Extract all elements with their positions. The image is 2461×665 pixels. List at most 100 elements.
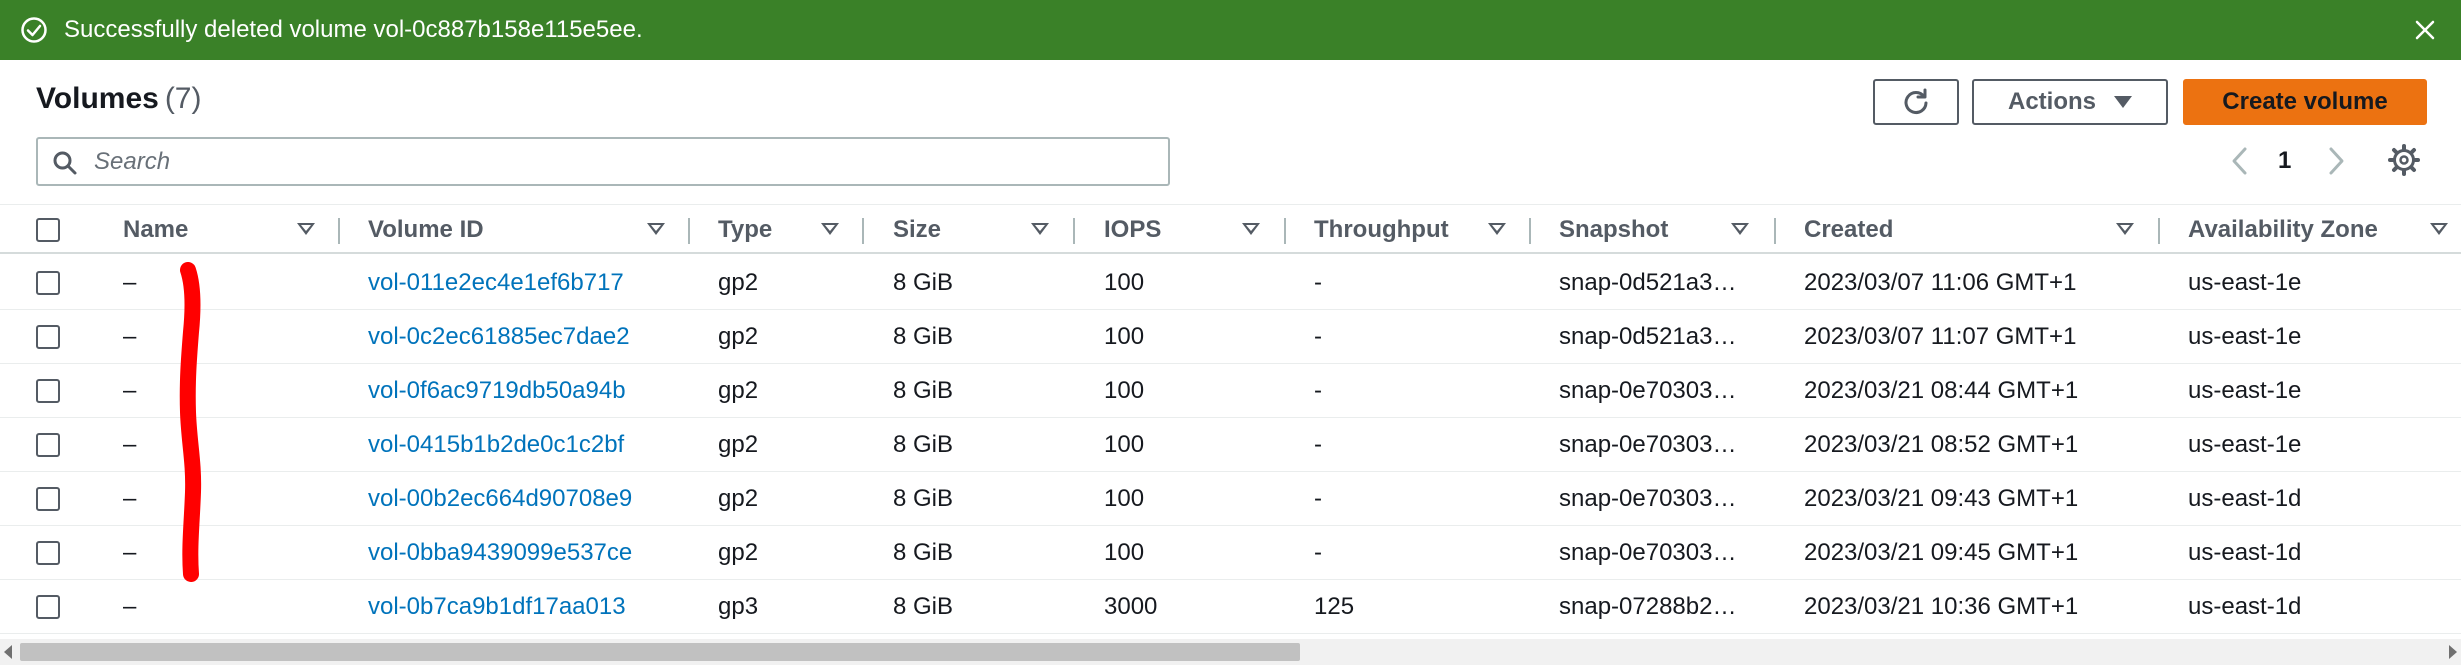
column-header-throughput[interactable]: Throughput xyxy=(1314,205,1449,255)
sort-icon[interactable] xyxy=(647,223,665,235)
row-checkbox[interactable] xyxy=(36,487,60,511)
cell-iops: 100 xyxy=(1104,323,1145,350)
scroll-left-arrow-icon[interactable] xyxy=(4,645,12,659)
sort-icon[interactable] xyxy=(1031,223,1049,235)
column-divider[interactable] xyxy=(1774,218,1776,244)
row-checkbox[interactable] xyxy=(36,271,60,295)
cell-throughput: - xyxy=(1314,323,1322,350)
column-header-snapshot[interactable]: Snapshot xyxy=(1559,205,1668,255)
volume-id-link[interactable]: vol-011e2ec4e1ef6b717 xyxy=(368,256,624,310)
cell-name: – xyxy=(123,593,137,620)
table-row[interactable]: – vol-0b7ca9b1df17aa013 gp3 8 GiB 3000 1… xyxy=(0,580,2461,634)
column-header-volume-id[interactable]: Volume ID xyxy=(368,205,484,255)
table-row[interactable]: – vol-0bba9439099e537ce gp2 8 GiB 100 - … xyxy=(0,526,2461,580)
column-divider[interactable] xyxy=(1284,218,1286,244)
row-checkbox[interactable] xyxy=(36,433,60,457)
column-divider[interactable] xyxy=(688,218,690,244)
refresh-button[interactable] xyxy=(1873,79,1959,125)
volume-id-link[interactable]: vol-0f6ac9719db50a94b xyxy=(368,364,626,418)
table-row[interactable]: – vol-011e2ec4e1ef6b717 gp2 8 GiB 100 - … xyxy=(0,256,2461,310)
column-header-name[interactable]: Name xyxy=(123,205,188,255)
sort-icon[interactable] xyxy=(1488,223,1506,235)
cell-throughput: - xyxy=(1314,485,1322,512)
cell-name: – xyxy=(123,431,137,458)
caret-down-icon xyxy=(2114,96,2132,108)
cell-throughput: 125 xyxy=(1314,593,1355,620)
cell-throughput: - xyxy=(1314,377,1322,404)
table-row[interactable]: – vol-0c2ec61885ec7dae2 gp2 8 GiB 100 - … xyxy=(0,310,2461,364)
search-input[interactable] xyxy=(94,143,1154,181)
success-flashbar: Successfully deleted volume vol-0c887b15… xyxy=(0,0,2461,60)
row-checkbox[interactable] xyxy=(36,379,60,403)
volume-id-link[interactable]: vol-0c2ec61885ec7dae2 xyxy=(368,310,630,364)
row-checkbox[interactable] xyxy=(36,595,60,619)
actions-button-label: Actions xyxy=(2007,88,2096,115)
table-row[interactable]: – vol-0415b1b2de0c1c2bf gp2 8 GiB 100 - … xyxy=(0,418,2461,472)
column-header-type[interactable]: Type xyxy=(718,205,772,255)
cell-created: 2023/03/21 09:45 GMT+1 xyxy=(1804,539,2079,566)
previous-page-icon[interactable] xyxy=(2226,144,2254,178)
current-page-number[interactable]: 1 xyxy=(2278,144,2291,178)
column-header-iops[interactable]: IOPS xyxy=(1104,205,1161,255)
column-header-size[interactable]: Size xyxy=(893,205,941,255)
scroll-right-arrow-icon[interactable] xyxy=(2449,645,2457,659)
cell-size: 8 GiB xyxy=(893,323,954,350)
select-all-checkbox[interactable] xyxy=(36,218,60,242)
cell-name: – xyxy=(123,539,137,566)
cell-created: 2023/03/07 11:07 GMT+1 xyxy=(1804,323,2077,350)
flash-message: Successfully deleted volume vol-0c887b15… xyxy=(64,16,643,43)
cell-snapshot: snap-0d521a3… xyxy=(1559,269,1737,296)
column-divider[interactable] xyxy=(2158,218,2160,244)
close-icon[interactable] xyxy=(2409,14,2441,46)
volume-count: (7) xyxy=(164,82,202,115)
volume-id-link[interactable]: vol-00b2ec664d90708e9 xyxy=(368,472,632,526)
cell-iops: 100 xyxy=(1104,539,1145,566)
cell-availability-zone: us-east-1e xyxy=(2188,269,2302,296)
cell-availability-zone: us-east-1d xyxy=(2188,485,2302,512)
cell-type: gp2 xyxy=(718,269,759,296)
cell-throughput: - xyxy=(1314,539,1322,566)
next-page-icon[interactable] xyxy=(2322,144,2350,178)
cell-iops: 100 xyxy=(1104,431,1145,458)
column-header-availability-zone[interactable]: Availability Zone xyxy=(2188,205,2378,255)
check-circle-icon xyxy=(21,17,47,43)
create-volume-button[interactable]: Create volume xyxy=(2183,79,2427,125)
sort-icon[interactable] xyxy=(821,223,839,235)
cell-size: 8 GiB xyxy=(893,593,954,620)
volume-id-link[interactable]: vol-0b7ca9b1df17aa013 xyxy=(368,580,626,634)
cell-availability-zone: us-east-1d xyxy=(2188,539,2302,566)
search-icon xyxy=(53,151,77,175)
table-row[interactable]: – vol-0f6ac9719db50a94b gp2 8 GiB 100 - … xyxy=(0,364,2461,418)
cell-name: – xyxy=(123,377,137,404)
cell-type: gp2 xyxy=(718,377,759,404)
sort-icon[interactable] xyxy=(1242,223,1260,235)
cell-availability-zone: us-east-1e xyxy=(2188,431,2302,458)
cell-snapshot: snap-0e70303… xyxy=(1559,431,1737,458)
row-checkbox[interactable] xyxy=(36,541,60,565)
cell-type: gp2 xyxy=(718,539,759,566)
sort-icon[interactable] xyxy=(297,223,315,235)
column-divider[interactable] xyxy=(338,218,340,244)
column-header-created[interactable]: Created xyxy=(1804,205,1893,255)
horizontal-scrollbar[interactable] xyxy=(0,639,2461,665)
search-box xyxy=(36,137,1170,186)
create-volume-label: Create volume xyxy=(2222,88,2388,115)
sort-icon[interactable] xyxy=(2430,223,2448,235)
scrollbar-thumb[interactable] xyxy=(20,643,1300,661)
column-divider[interactable] xyxy=(862,218,864,244)
sort-icon[interactable] xyxy=(2116,223,2134,235)
cell-size: 8 GiB xyxy=(893,431,954,458)
table-row[interactable]: – vol-00b2ec664d90708e9 gp2 8 GiB 100 - … xyxy=(0,472,2461,526)
gear-icon[interactable] xyxy=(2388,144,2420,176)
cell-created: 2023/03/21 10:36 GMT+1 xyxy=(1804,593,2079,620)
actions-button[interactable]: Actions xyxy=(1972,79,2168,125)
page-title-text: Volumes xyxy=(36,82,159,115)
column-divider[interactable] xyxy=(1529,218,1531,244)
column-divider[interactable] xyxy=(1073,218,1075,244)
volume-id-link[interactable]: vol-0415b1b2de0c1c2bf xyxy=(368,418,624,472)
sort-icon[interactable] xyxy=(1731,223,1749,235)
cell-snapshot: snap-0e70303… xyxy=(1559,485,1737,512)
volume-id-link[interactable]: vol-0bba9439099e537ce xyxy=(368,526,632,580)
row-checkbox[interactable] xyxy=(36,325,60,349)
cell-name: – xyxy=(123,323,137,350)
